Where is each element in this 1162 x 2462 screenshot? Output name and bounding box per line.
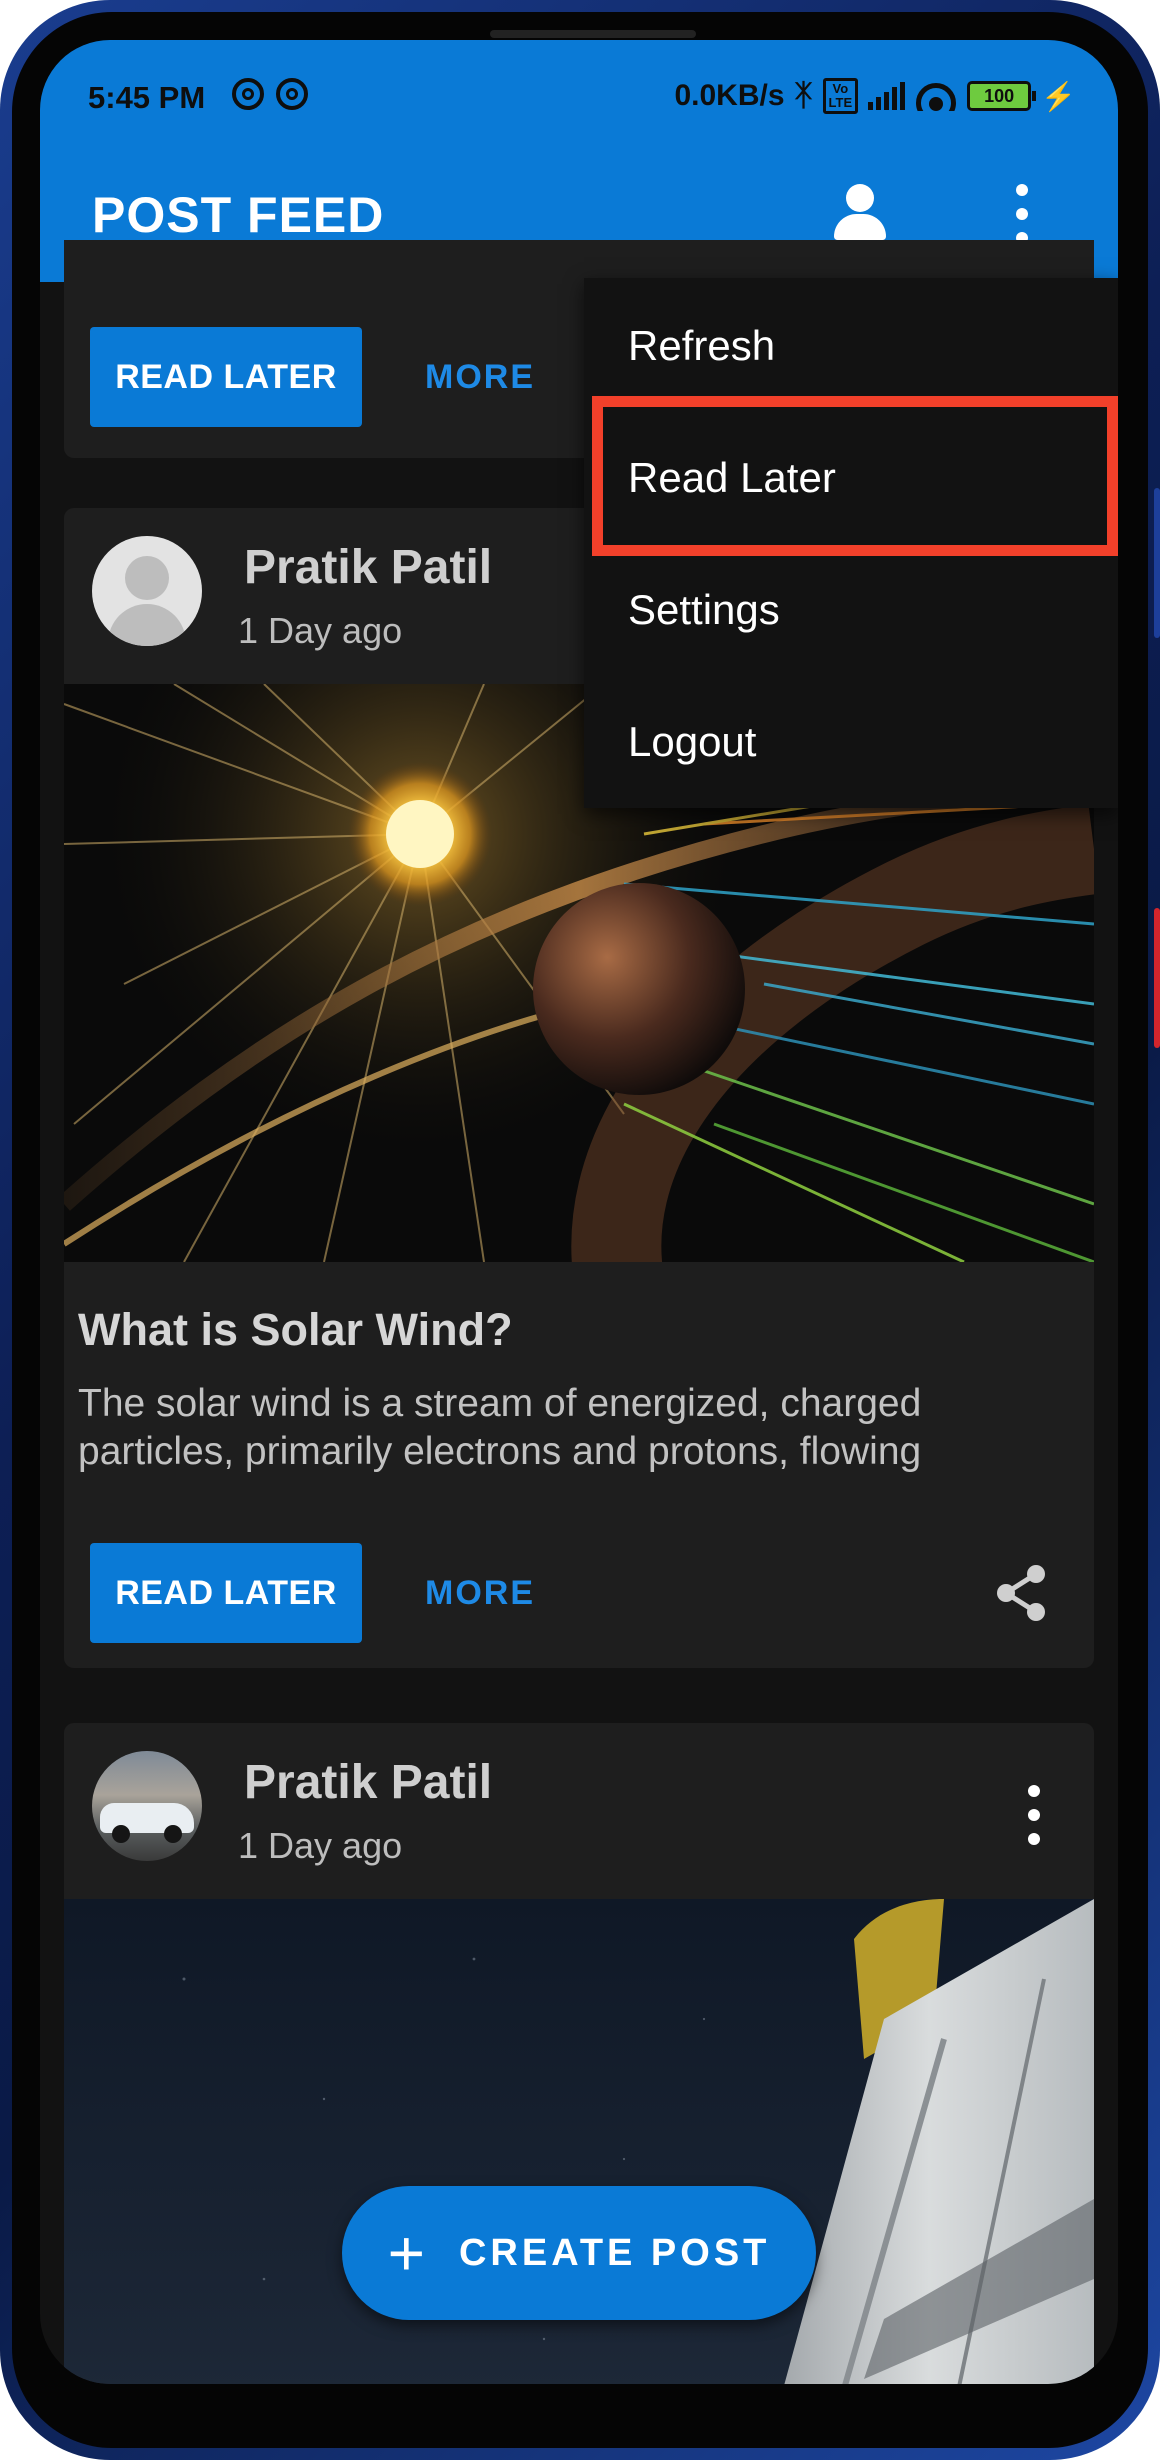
wifi-icon (915, 81, 957, 111)
signal-icon (868, 82, 906, 110)
volte-top: Vo (832, 81, 849, 96)
battery-icon: 100 (967, 81, 1037, 111)
notification-icons (232, 78, 308, 110)
read-later-button[interactable]: READ LATER (90, 1543, 362, 1643)
bluetooth-icon: ᛡ (794, 79, 813, 112)
menu-item-settings[interactable]: Settings (584, 542, 1118, 674)
earpiece-speaker (490, 30, 696, 38)
overflow-menu-icon[interactable] (1012, 180, 1032, 248)
overflow-menu: Refresh Read Later Settings Logout (584, 278, 1118, 808)
create-post-button[interactable]: + CREATE POST (342, 2186, 816, 2320)
sync-icon (276, 78, 308, 110)
post-title[interactable]: What is Solar Wind? (78, 1304, 513, 1356)
create-post-label: CREATE POST (458, 2231, 771, 2274)
network-speed: 0.0KB/s (674, 79, 785, 112)
post-time: 1 Day ago (238, 610, 403, 651)
avatar[interactable] (92, 536, 202, 646)
screen: 5:45 PM 0.0KB/s ᛡ Vo LTE 100 ⚡ POST FEED… (40, 40, 1118, 2384)
more-button[interactable]: MORE (410, 327, 550, 427)
more-button[interactable]: MORE (410, 1543, 550, 1643)
phone-frame: 5:45 PM 0.0KB/s ᛡ Vo LTE 100 ⚡ POST FEED… (0, 0, 1160, 2460)
menu-item-label: Logout (628, 718, 757, 765)
page-title: POST FEED (92, 187, 385, 243)
sync-icon (232, 78, 264, 110)
volte-bottom: LTE (828, 95, 853, 110)
post-time: 1 Day ago (238, 1825, 403, 1866)
power-button (1154, 908, 1160, 1048)
volume-button (1154, 488, 1160, 638)
menu-item-label: Refresh (628, 322, 776, 369)
charging-icon: ⚡ (1041, 80, 1076, 112)
share-icon[interactable] (994, 1564, 1048, 1622)
post-excerpt: The solar wind is a stream of energized,… (78, 1382, 922, 1473)
status-right-icons: 0.0KB/s ᛡ Vo LTE 100 ⚡ (674, 78, 1076, 114)
highlight-box (592, 396, 1118, 556)
menu-item-logout[interactable]: Logout (584, 674, 1118, 806)
profile-icon[interactable] (830, 184, 890, 244)
post-options-icon[interactable] (1024, 1781, 1044, 1849)
status-time: 5:45 PM (88, 80, 206, 115)
menu-item-refresh[interactable]: Refresh (584, 278, 1118, 410)
status-bar: 5:45 PM 0.0KB/s ᛡ Vo LTE 100 ⚡ (40, 40, 1118, 146)
post-author[interactable]: Pratik Patil (244, 1755, 492, 1810)
plus-icon: + (387, 2217, 425, 2289)
avatar[interactable] (92, 1751, 202, 1861)
read-later-button[interactable]: READ LATER (90, 327, 362, 427)
volte-icon: Vo LTE (822, 78, 859, 114)
post-author[interactable]: Pratik Patil (244, 540, 492, 595)
menu-item-label: Settings (628, 586, 780, 633)
